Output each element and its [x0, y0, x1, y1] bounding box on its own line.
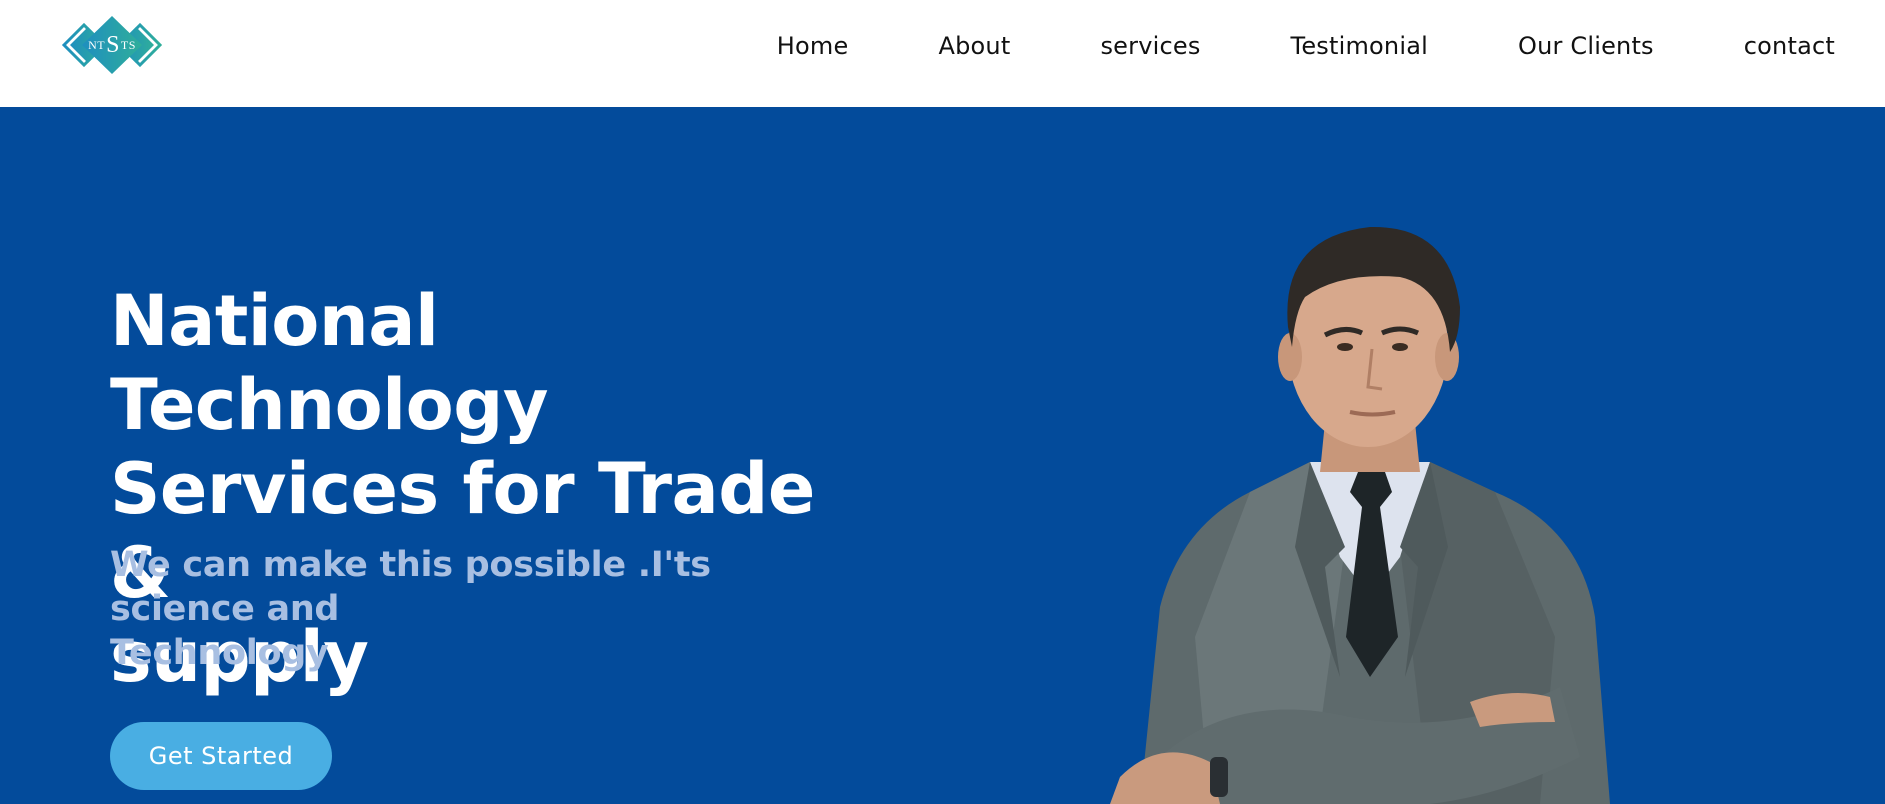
brand-logo[interactable]: NT S TS: [62, 16, 162, 74]
hero-portrait-image: [1100, 217, 1630, 804]
hero-subtitle: We can make this possible .I'ts science …: [110, 543, 830, 675]
nav-contact[interactable]: contact: [1744, 32, 1835, 60]
logo-text-right: TS: [120, 37, 136, 52]
nav-about[interactable]: About: [938, 32, 1010, 60]
logo-text: NT S TS: [62, 16, 162, 74]
hero-subtitle-line: We can make this possible .I'ts science …: [110, 545, 711, 629]
nav-testimonial[interactable]: Testimonial: [1291, 32, 1428, 60]
main-nav: Home About services Testimonial Our Clie…: [777, 28, 1835, 64]
hero-section: National Technology Services for Trade &…: [0, 107, 1885, 804]
logo-text-center: S: [106, 31, 120, 58]
nav-services[interactable]: services: [1100, 32, 1200, 60]
get-started-button[interactable]: Get Started: [110, 722, 332, 790]
hero-subtitle-line: Technology: [110, 633, 329, 673]
hero-title-line: National Technology: [110, 280, 549, 446]
site-header: NT S TS Home About services Testimonial …: [0, 0, 1885, 107]
nav-our-clients[interactable]: Our Clients: [1518, 32, 1654, 60]
nav-home[interactable]: Home: [777, 32, 849, 60]
businessman-portrait-icon: [1110, 226, 1610, 804]
logo-text-left: NT: [88, 37, 106, 52]
